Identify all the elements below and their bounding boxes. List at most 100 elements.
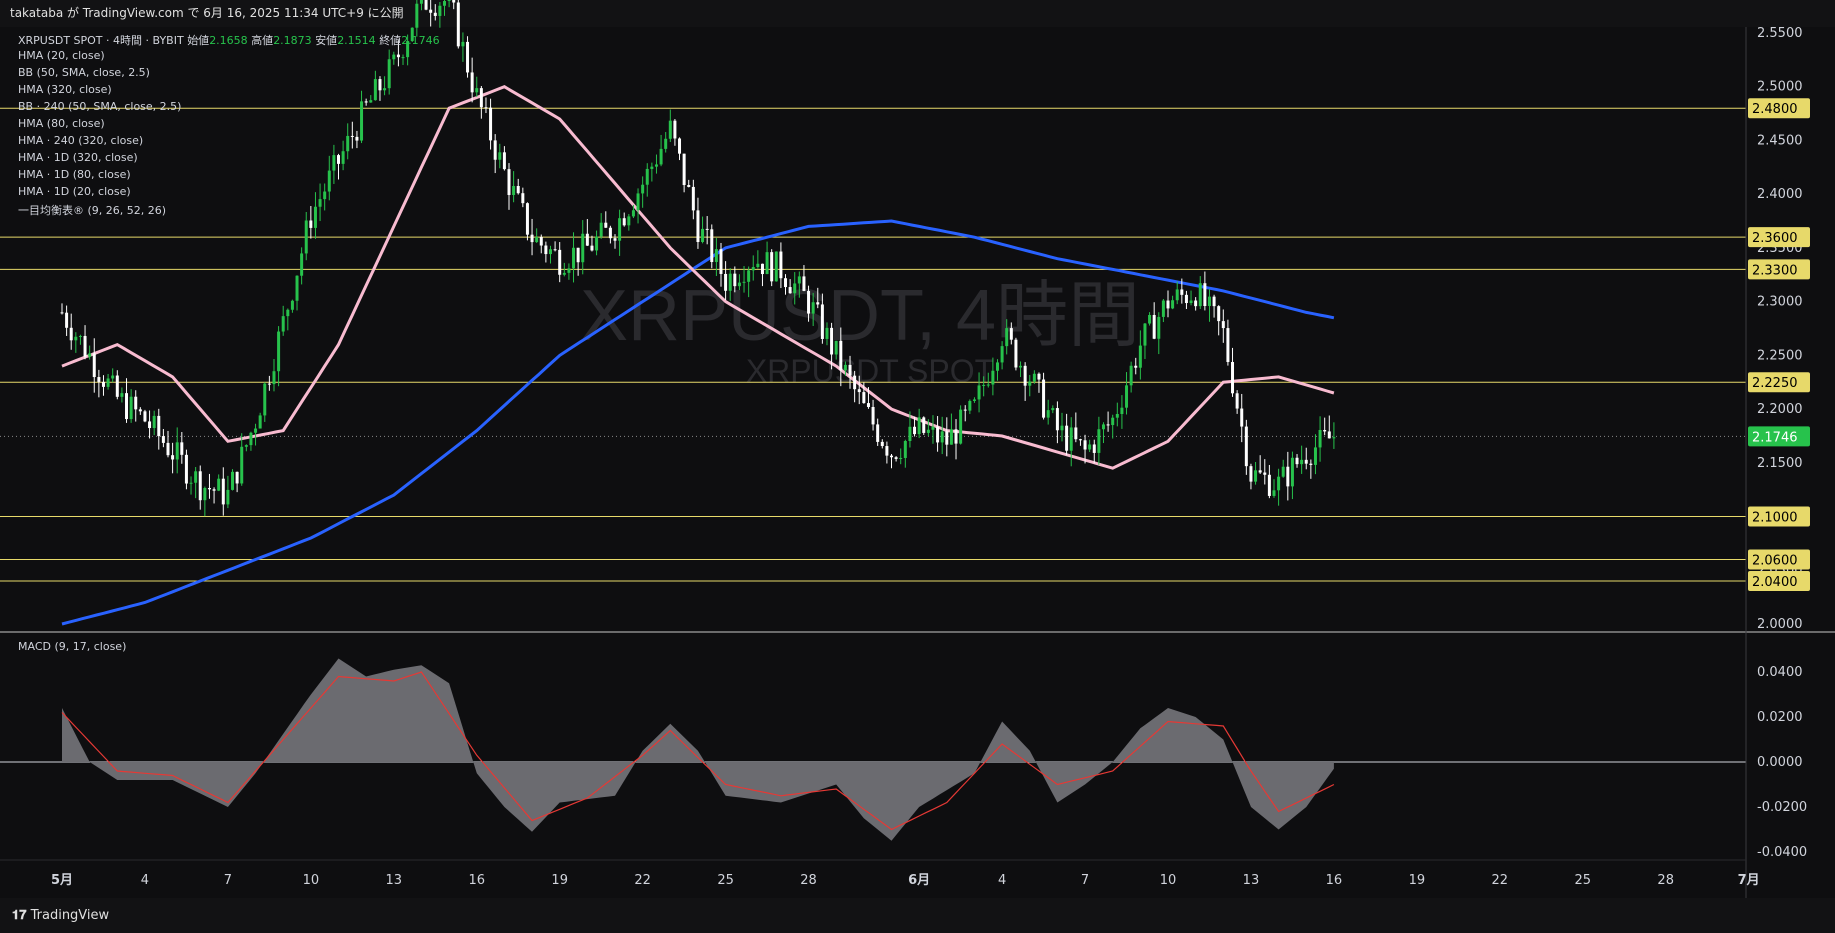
candle-body [1069,427,1073,451]
price-chart[interactable]: XRPUSDT, 4時間 XRPUSDT SPOT 2.55002.50002.… [0,0,1835,898]
price-tick-label: 2.3000 [1757,295,1803,310]
candle-body [1023,365,1027,386]
candle-body [535,237,539,243]
candle-body [576,247,580,263]
candle-body [1249,466,1253,482]
candle-body [304,220,308,254]
candle-body [599,222,603,237]
candle-body [277,331,281,372]
candle-body [1111,417,1115,426]
indicator-legend-2[interactable]: HMA (320, close) [18,83,112,96]
candle-body [341,151,345,164]
time-tick-label: 16 [1326,873,1343,888]
indicator-legend-5[interactable]: HMA · 240 (320, close) [18,134,143,147]
candle-body [1226,328,1230,362]
candle-body [521,193,525,204]
indicator-legend-1[interactable]: BB (50, SMA, close, 2.5) [18,66,150,79]
candle-body [876,424,880,442]
candle-body [369,100,373,103]
candle-body [1300,459,1304,465]
indicator-legend-3[interactable]: BB · 240 (50, SMA, close, 2.5) [18,100,181,113]
price-level-label: 2.2250 [1752,376,1798,391]
candle-body [92,353,96,378]
candle-body [60,312,64,314]
candle-body [1171,300,1175,309]
candle-body [207,487,211,490]
candle-body [687,185,691,187]
indicator-legend-0[interactable]: HMA (20, close) [18,49,105,62]
candle-body [1166,300,1170,309]
indicator-legend-7[interactable]: HMA · 1D (80, close) [18,168,131,181]
candle-body [622,218,626,226]
candle-body [1032,373,1036,382]
candle-body [673,120,677,139]
macd-legend[interactable]: MACD (9, 17, close) [18,640,126,653]
candle-body [424,0,428,10]
candle-body [1217,306,1221,322]
candle-body [461,41,465,47]
time-tick-label: 10 [303,873,320,888]
candle-body [572,247,576,269]
candle-body [701,228,705,242]
candle-body [175,442,179,460]
candle-body [1189,300,1193,304]
candle-body [544,245,548,255]
indicator-legend-4[interactable]: HMA (80, close) [18,117,105,130]
candle-body [235,471,239,484]
candle-body [120,393,124,397]
candle-body [724,273,728,291]
indicator-legend-9[interactable]: 一目均衡表® (9, 26, 52, 26) [18,202,166,218]
candle-body [779,251,783,279]
candle-body [1309,463,1313,465]
candle-body [442,1,446,6]
time-tick-label: 7 [224,873,232,888]
candle-body [848,364,852,376]
candle-body [747,270,751,282]
indicator-legend-8[interactable]: HMA · 1D (20, close) [18,185,131,198]
candle-body [263,383,267,416]
candle-body [507,169,511,195]
candle-body [1051,408,1055,411]
macd-tick-label: 0.0000 [1757,755,1803,770]
candle-body [613,238,617,241]
candle-body [659,148,663,165]
candle-body [548,249,552,255]
time-tick-label: 5月 [51,873,73,888]
candle-body [839,340,843,371]
candle-body [682,153,686,186]
candle-body [313,206,317,228]
brand-name: TradingView [30,908,110,923]
candle-body [83,335,87,357]
candle-body [1318,429,1322,448]
close-value: 2.1746 [401,34,440,47]
candle-body [290,300,294,310]
candle-body [1125,385,1129,408]
price-tick-label: 2.4000 [1757,187,1803,202]
candle-body [641,184,645,194]
candle-body [871,406,875,425]
candle-body [166,442,170,456]
price-tick-label: 2.4500 [1757,133,1803,148]
candle-body [908,426,912,441]
candle-body [710,229,714,263]
candle-body [396,54,400,58]
candle-body [129,396,133,420]
time-tick-label: 4 [141,873,149,888]
candle-body [433,12,437,16]
candle-body [286,309,290,317]
candle-body [387,59,391,89]
candle-body [1240,408,1244,427]
candle-body [226,489,230,505]
candle-body [512,185,516,195]
candle-body [631,210,635,217]
candle-body [972,399,976,401]
candle-body [125,393,129,420]
price-level-label: 2.0600 [1752,554,1798,569]
indicator-legend-6[interactable]: HMA · 1D (320, close) [18,151,138,164]
candle-body [231,471,235,490]
candle-body [562,272,566,275]
macd-tick-label: 0.0400 [1757,665,1803,680]
candle-body [843,364,847,371]
candle-body [327,170,331,192]
time-tick-label: 4 [998,873,1006,888]
